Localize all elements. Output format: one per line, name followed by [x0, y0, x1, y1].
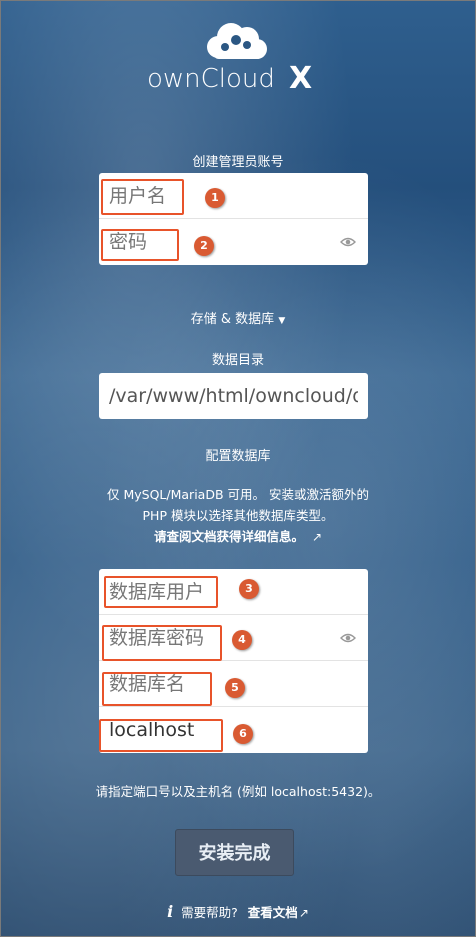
help-docs-link[interactable]: 查看文档↗	[248, 905, 309, 920]
marker-badge: 4	[232, 630, 252, 650]
storage-toggle-label: 存储 & 数据库	[190, 312, 275, 327]
cloud-logo-icon: ownCloud X	[147, 23, 312, 95]
svg-text:ownCloud: ownCloud	[147, 64, 275, 94]
help-text: 需要帮助?	[181, 905, 238, 920]
marker-badge: 6	[233, 724, 253, 744]
show-password-icon[interactable]	[340, 234, 356, 250]
caret-down-icon: ▼	[278, 316, 286, 326]
datadir-field	[99, 373, 368, 419]
password-field	[99, 219, 368, 265]
marker-badge: 5	[225, 678, 245, 698]
host-hint: 请指定端口号以及主机名 (例如 localhost:5432)。	[95, 784, 381, 799]
db-config-heading: 配置数据库	[205, 449, 271, 464]
marker-badge: 2	[194, 236, 214, 256]
password-input[interactable]	[99, 219, 368, 265]
docs-link-text: 请查阅文档获得详细信息。	[153, 529, 304, 544]
admin-form	[99, 173, 368, 265]
db-info-line1: 仅 MySQL/MariaDB 可用。 安装或激活额外的	[107, 487, 369, 502]
external-link-icon: ↗	[298, 906, 309, 920]
info-icon: i	[167, 902, 174, 921]
db-info: 仅 MySQL/MariaDB 可用。 安装或激活额外的 PHP 模块以选择其他…	[1, 484, 475, 548]
datadir-input[interactable]	[99, 373, 368, 419]
db-user-field	[99, 569, 368, 615]
install-button[interactable]: 安装完成	[175, 829, 294, 876]
admin-heading: 创建管理员账号	[192, 155, 284, 170]
help-row: i 需要帮助? 查看文档↗	[1, 902, 475, 921]
show-db-password-icon[interactable]	[340, 630, 356, 646]
username-field	[99, 173, 368, 219]
marker-badge: 1	[205, 188, 225, 208]
storage-database-toggle[interactable]: 存储 & 数据库 ▼	[1, 308, 475, 327]
help-docs-link-text: 查看文档	[247, 905, 298, 920]
db-form	[99, 569, 368, 753]
datadir-label: 数据目录	[211, 353, 264, 368]
docs-link[interactable]: 请查阅文档获得详细信息。 ↗	[1, 526, 475, 548]
db-info-line2: PHP 模块以选择其他数据库类型。	[142, 508, 334, 523]
svg-text:X: X	[289, 61, 312, 95]
external-link-icon: ↗	[311, 530, 323, 544]
owncloud-logo: ownCloud X	[1, 15, 475, 95]
marker-badge: 3	[239, 579, 259, 599]
db-user-input[interactable]	[99, 569, 368, 614]
username-input[interactable]	[99, 173, 368, 218]
